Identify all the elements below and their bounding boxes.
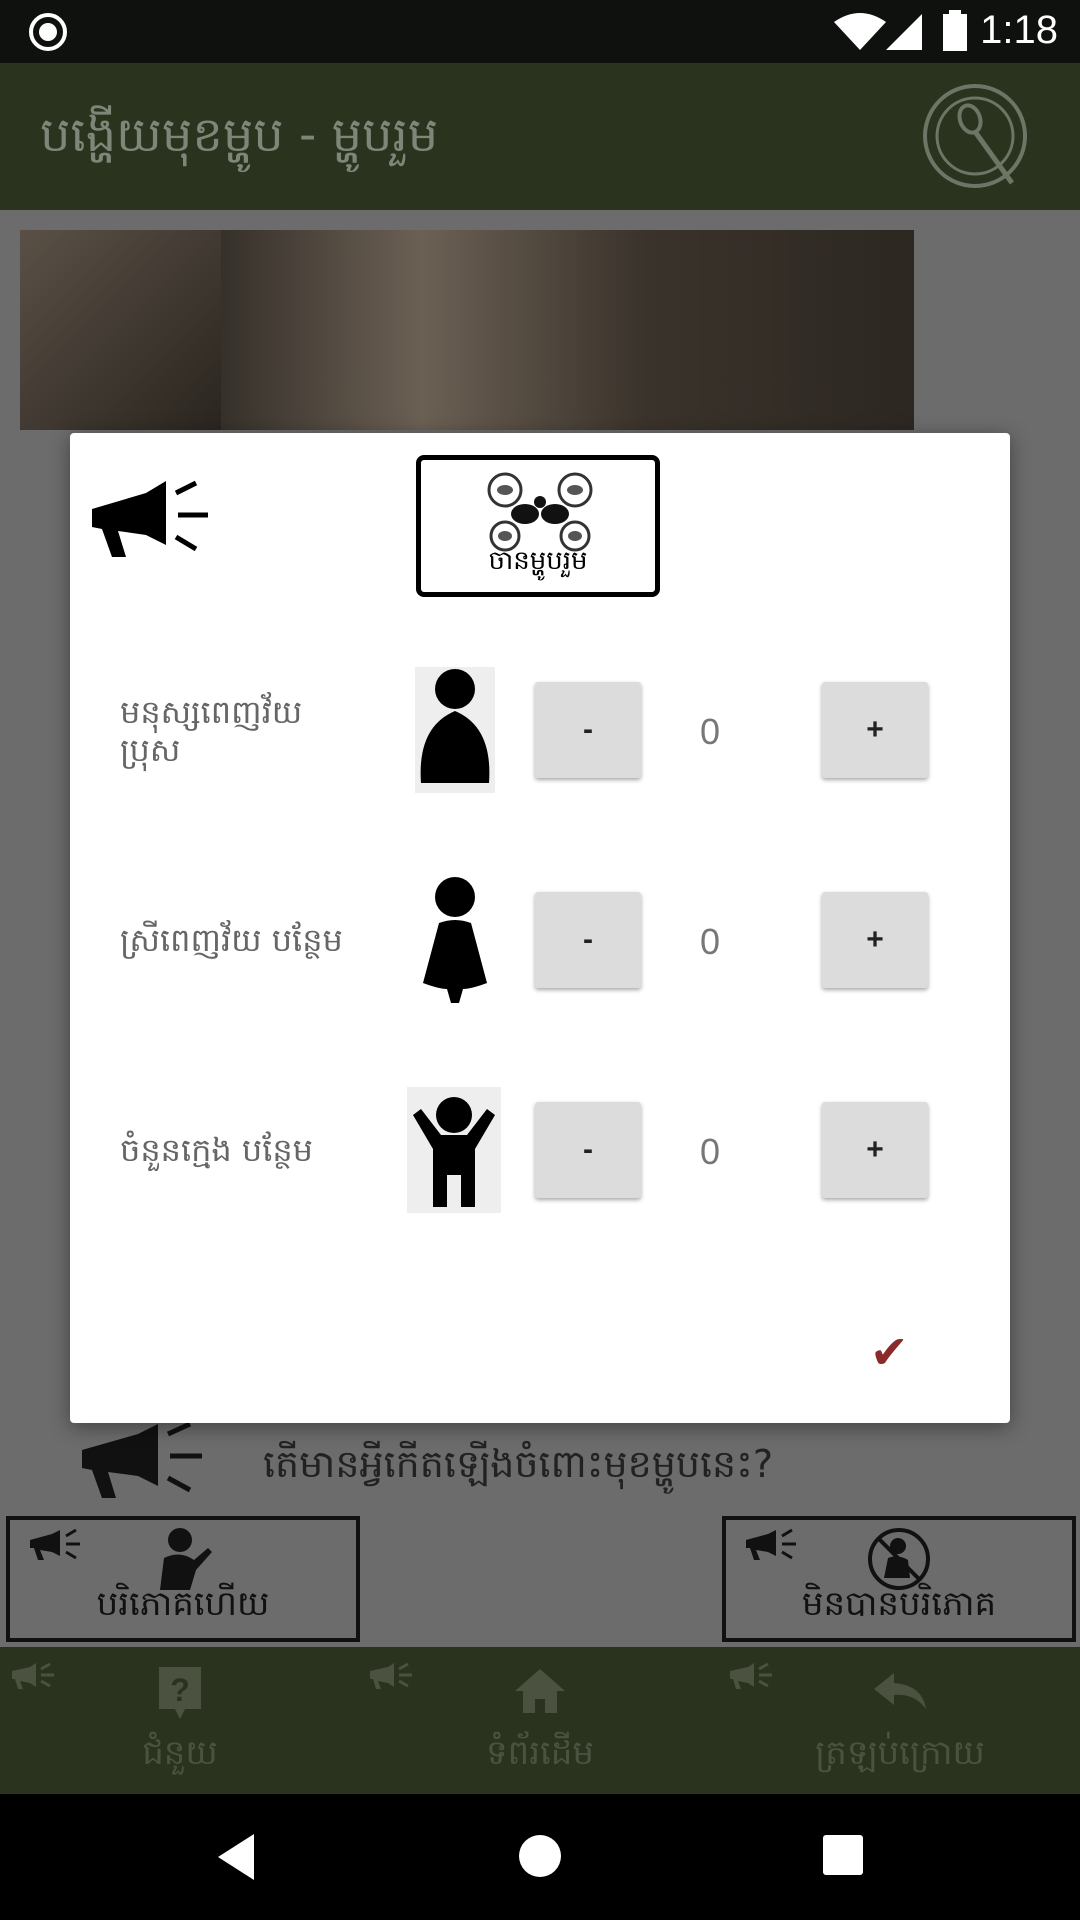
shared-dishes-icon bbox=[487, 472, 593, 552]
shared-meal-button[interactable]: ចានម្ហូបរួម bbox=[416, 455, 660, 597]
food-photo-thumbnail bbox=[20, 230, 221, 430]
wifi-icon bbox=[834, 13, 886, 50]
back-triangle-icon[interactable] bbox=[214, 1832, 258, 1882]
home-icon bbox=[515, 1669, 565, 1713]
nav-back[interactable]: ត្រឡប់ក្រោយ bbox=[720, 1647, 1080, 1794]
help-icon: ? bbox=[159, 1667, 201, 1719]
adult-male-icon bbox=[415, 667, 495, 793]
clock: 1:18 bbox=[980, 8, 1058, 52]
adult-female-plus-button[interactable]: + bbox=[822, 892, 928, 988]
nav-help-label: ជំនួយ bbox=[142, 1733, 218, 1773]
megaphone-icon bbox=[730, 1662, 772, 1689]
megaphone-icon bbox=[12, 1662, 54, 1689]
megaphone-icon bbox=[30, 1528, 80, 1560]
eaten-button[interactable]: បរិភោគហើយ bbox=[6, 1516, 360, 1642]
child-label: ចំនួនក្មេង បន្ថែម bbox=[120, 1131, 313, 1169]
child-plus-button[interactable]: + bbox=[822, 1102, 928, 1198]
adult-male-label: មនុស្សពេញវ័យ ប្រុស bbox=[120, 693, 303, 770]
child-minus-button[interactable]: - bbox=[535, 1102, 641, 1198]
page-title: បង្ហើយមុខម្ហូប - ម្ហូបរួម bbox=[40, 107, 439, 163]
nav-home[interactable]: ទំព័រដើម bbox=[360, 1647, 720, 1794]
status-bar: 1:18 bbox=[0, 0, 1080, 63]
adult-female-minus-button[interactable]: - bbox=[535, 892, 641, 988]
system-navigation-bar bbox=[0, 1794, 1080, 1920]
confirm-check-button[interactable]: ✔ bbox=[870, 1325, 909, 1379]
nav-back-label: ត្រឡប់ក្រោយ bbox=[815, 1733, 985, 1773]
adult-female-icon bbox=[423, 877, 487, 1003]
child-count: 0 bbox=[699, 1131, 721, 1172]
not-eaten-label: មិនបានបរិភោគ bbox=[801, 1584, 997, 1624]
nav-home-label: ទំព័រដើម bbox=[486, 1733, 594, 1773]
adult-female-count: 0 bbox=[699, 921, 721, 962]
app-bar: បង្ហើយមុខម្ហូប - ម្ហូបរួម bbox=[0, 63, 1080, 210]
adult-male-minus-button[interactable]: - bbox=[535, 682, 641, 778]
battery-icon bbox=[943, 10, 967, 51]
megaphone-icon bbox=[82, 1421, 202, 1498]
home-circle-icon[interactable] bbox=[518, 1834, 562, 1878]
signal-icon bbox=[886, 14, 922, 50]
adult-male-plus-button[interactable]: + bbox=[822, 682, 928, 778]
plate-spoon-icon[interactable] bbox=[922, 83, 1028, 189]
adult-female-label: ស្រីពេញវ័យ បន្ថែម bbox=[120, 921, 343, 959]
question-text: តើមានអ្វីកើតឡើងចំពោះមុខម្ហូបនេះ? bbox=[263, 1442, 774, 1486]
nav-help[interactable]: ? ជំនួយ bbox=[0, 1647, 360, 1794]
record-icon bbox=[29, 13, 67, 51]
megaphone-icon[interactable] bbox=[88, 477, 214, 559]
not-eaten-button[interactable]: មិនបានបរិភោគ bbox=[722, 1516, 1076, 1642]
megaphone-icon bbox=[370, 1662, 412, 1689]
child-icon bbox=[407, 1087, 501, 1213]
svg-text:?: ? bbox=[170, 1672, 190, 1708]
recents-square-icon[interactable] bbox=[822, 1834, 864, 1876]
eaten-label: បរិភោគហើយ bbox=[96, 1584, 270, 1624]
megaphone-icon bbox=[746, 1528, 796, 1560]
bottom-navigation: ? ជំនួយ ទំព័រដើម ត្រឡប់ក្រោយ bbox=[0, 1647, 1080, 1794]
shared-meal-label: ចានម្ហូបរួម bbox=[488, 546, 588, 576]
adult-male-count: 0 bbox=[699, 711, 721, 752]
guest-count-dialog: ចានម្ហូបរួម មនុស្សពេញវ័យ ប្រុស - 0 + ស្រ… bbox=[70, 433, 1010, 1423]
back-arrow-icon bbox=[874, 1673, 926, 1709]
